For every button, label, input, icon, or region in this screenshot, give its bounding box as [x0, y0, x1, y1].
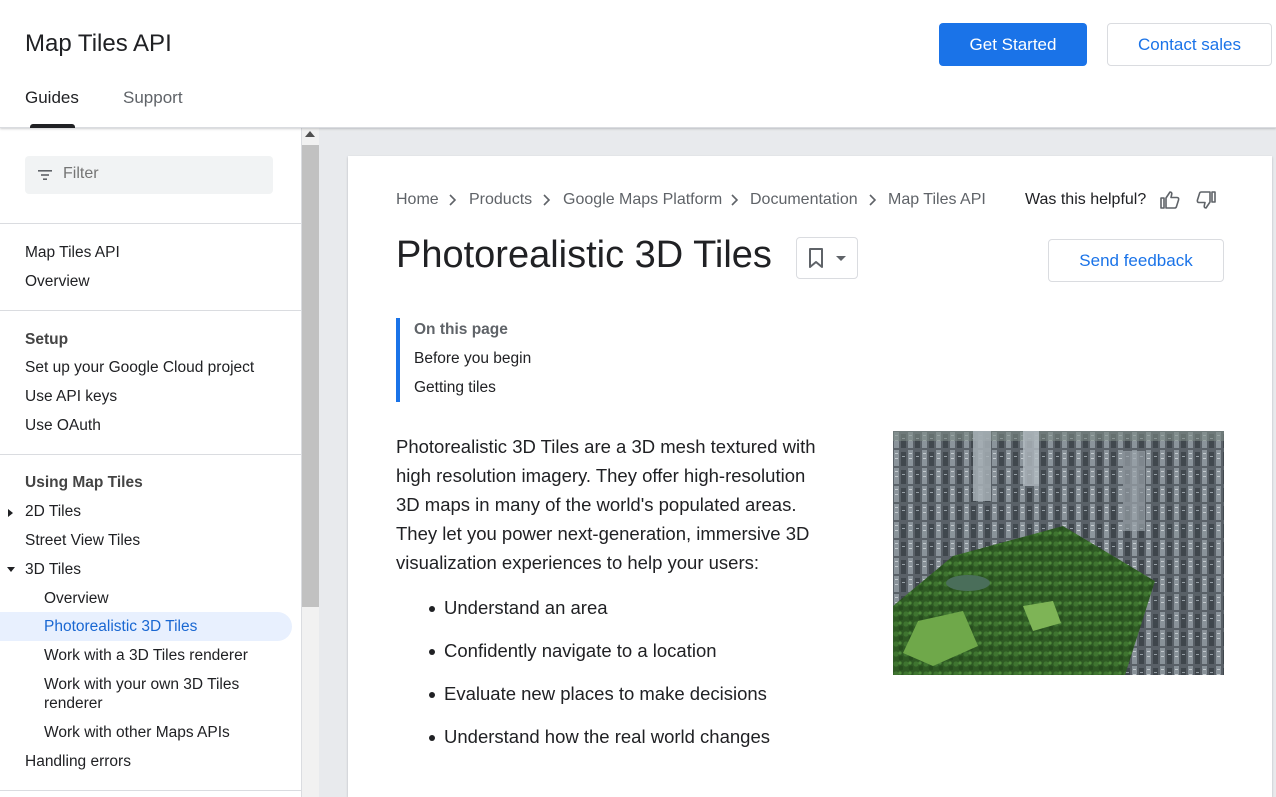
bookmark-icon — [809, 248, 823, 268]
active-tab-indicator — [30, 124, 75, 128]
sidebar-divider — [0, 310, 301, 311]
scroll-up-arrow-icon[interactable] — [305, 131, 315, 137]
sidebar-scrollbar-thumb[interactable] — [302, 145, 319, 607]
bookmark-button[interactable] — [796, 237, 858, 279]
sidebar-item-use-oauth[interactable]: Use OAuth — [25, 417, 101, 435]
site-title[interactable]: Map Tiles API — [25, 30, 172, 58]
bullet-dot — [429, 735, 435, 741]
sidebar-item-other-maps-apis[interactable]: Work with other Maps APIs — [44, 724, 230, 742]
chevron-right-icon — [869, 194, 877, 206]
sidebar-item-own-renderer[interactable]: Work with your own 3D Tiles — [44, 676, 239, 694]
get-started-button[interactable]: Get Started — [939, 23, 1087, 66]
sidebar-heading-using-map-tiles: Using Map Tiles — [25, 474, 143, 491]
contact-sales-button[interactable]: Contact sales — [1107, 23, 1272, 66]
sidebar-item-use-api-keys[interactable]: Use API keys — [25, 388, 117, 406]
sidebar-item-own-renderer-cont[interactable]: renderer — [44, 695, 103, 713]
collapse-arrow-icon[interactable] — [7, 567, 15, 572]
thumbs-up-icon[interactable] — [1159, 189, 1181, 211]
on-this-page-toc: On this page Before you begin Getting ti… — [396, 318, 596, 402]
sidebar-item-2d-tiles[interactable]: 2D Tiles — [25, 503, 81, 521]
chevron-right-icon — [543, 194, 551, 206]
filter-input[interactable] — [63, 165, 263, 183]
chevron-right-icon — [449, 194, 457, 206]
chevron-right-icon — [731, 194, 739, 206]
bullet-dot — [429, 606, 435, 612]
sidebar-item-photorealistic-3d-tiles[interactable]: Photorealistic 3D Tiles — [44, 618, 197, 636]
toc-heading: On this page — [414, 321, 508, 338]
sidebar-item-street-view-tiles[interactable]: Street View Tiles — [25, 532, 140, 550]
breadcrumb-map-tiles-api[interactable]: Map Tiles API — [888, 191, 986, 209]
filter-box[interactable] — [25, 156, 273, 194]
list-item-text: Understand how the real world changes — [444, 726, 770, 747]
sidebar-item-overview[interactable]: Overview — [25, 273, 90, 291]
list-item-text: Confidently navigate to a location — [444, 640, 717, 661]
sidebar-divider — [0, 454, 301, 455]
expand-arrow-icon[interactable] — [8, 509, 13, 517]
sidebar-item-3d-tiles[interactable]: 3D Tiles — [25, 561, 81, 579]
breadcrumb-documentation[interactable]: Documentation — [750, 191, 858, 209]
send-feedback-button[interactable]: Send feedback — [1048, 239, 1224, 282]
list-item-text: Evaluate new places to make decisions — [444, 683, 767, 704]
page-title: Photorealistic 3D Tiles — [396, 234, 772, 276]
tab-support[interactable]: Support — [123, 88, 183, 108]
sidebar-item-3d-tiles-renderer[interactable]: Work with a 3D Tiles renderer — [44, 647, 248, 665]
sidebar-item-map-tiles-api[interactable]: Map Tiles API — [25, 244, 120, 262]
toc-item-before-you-begin[interactable]: Before you begin — [414, 350, 531, 368]
filter-icon — [38, 170, 52, 180]
sidebar-divider — [0, 790, 301, 791]
sidebar-divider — [0, 223, 301, 224]
intro-line: visualization experiences to help your u… — [396, 552, 759, 573]
thumbs-down-icon[interactable] — [1195, 189, 1217, 211]
bullet-dot — [429, 692, 435, 698]
sidebar-item-handling-errors[interactable]: Handling errors — [25, 753, 131, 771]
helpful-prompt: Was this helpful? — [1025, 191, 1147, 208]
tab-guides[interactable]: Guides — [25, 88, 79, 108]
intro-line: high resolution imagery. They offer high… — [396, 465, 806, 486]
bullet-dot — [429, 649, 435, 655]
intro-paragraph: Photorealistic 3D Tiles are a 3D mesh te… — [396, 432, 846, 577]
list-item-text: Understand an area — [444, 597, 608, 618]
photorealistic-city-image — [893, 431, 1224, 675]
intro-line: 3D maps in many of the world's populated… — [396, 494, 797, 515]
toc-item-getting-tiles[interactable]: Getting tiles — [414, 379, 496, 397]
sidebar-item-setup-cloud-project[interactable]: Set up your Google Cloud project — [25, 359, 254, 377]
left-nav-sidebar: Map Tiles API Overview Setup Set up your… — [0, 128, 302, 797]
breadcrumb-home[interactable]: Home — [396, 191, 439, 209]
top-header: Map Tiles API Get Started Contact sales … — [0, 0, 1276, 128]
breadcrumb-google-maps-platform[interactable]: Google Maps Platform — [563, 191, 722, 209]
chevron-down-icon — [836, 256, 846, 261]
sidebar-heading-setup: Setup — [25, 331, 69, 348]
intro-line: Photorealistic 3D Tiles are a 3D mesh te… — [396, 436, 816, 457]
intro-line: They let you power next-generation, imme… — [396, 523, 810, 544]
sidebar-item-3d-overview[interactable]: Overview — [44, 590, 109, 608]
breadcrumb-products[interactable]: Products — [469, 191, 532, 209]
